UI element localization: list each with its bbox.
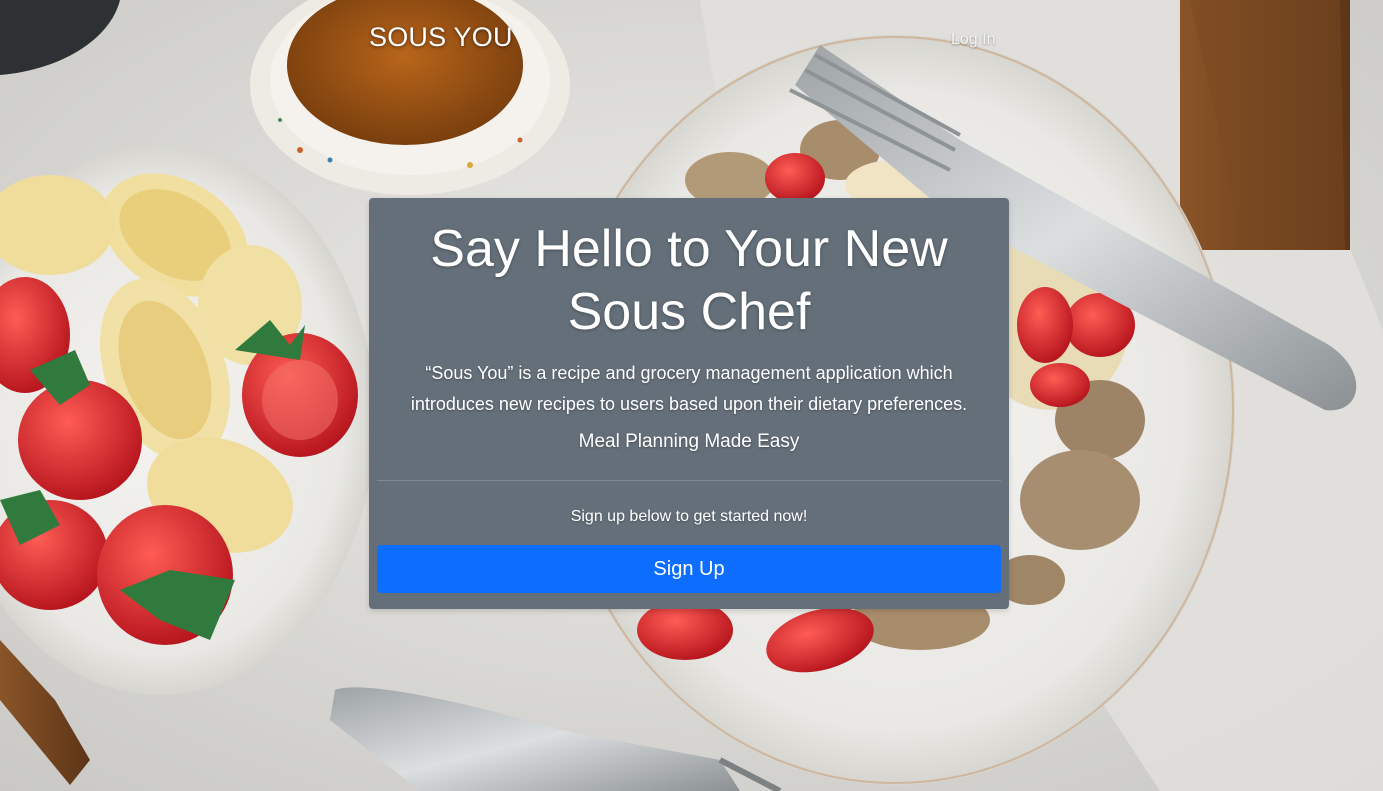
signup-prompt: Sign up below to get started now!: [570, 508, 808, 525]
landing-page: SOUS YOU Log In Say Hello to Your New So…: [0, 0, 1383, 791]
login-link[interactable]: Log In: [951, 31, 995, 49]
hero-title: Say Hello to Your New Sous Chef: [430, 220, 948, 341]
brand-logo[interactable]: SOUS YOU: [369, 22, 513, 53]
hero-tagline: Meal Planning Made Easy: [578, 431, 800, 452]
signup-button[interactable]: Sign Up: [377, 545, 1001, 593]
hero-divider: [377, 480, 1001, 481]
hero-card: Say Hello to Your New Sous Chef “Sous Yo…: [369, 198, 1009, 609]
hero-description: “Sous You” is a recipe and grocery manag…: [410, 363, 968, 414]
